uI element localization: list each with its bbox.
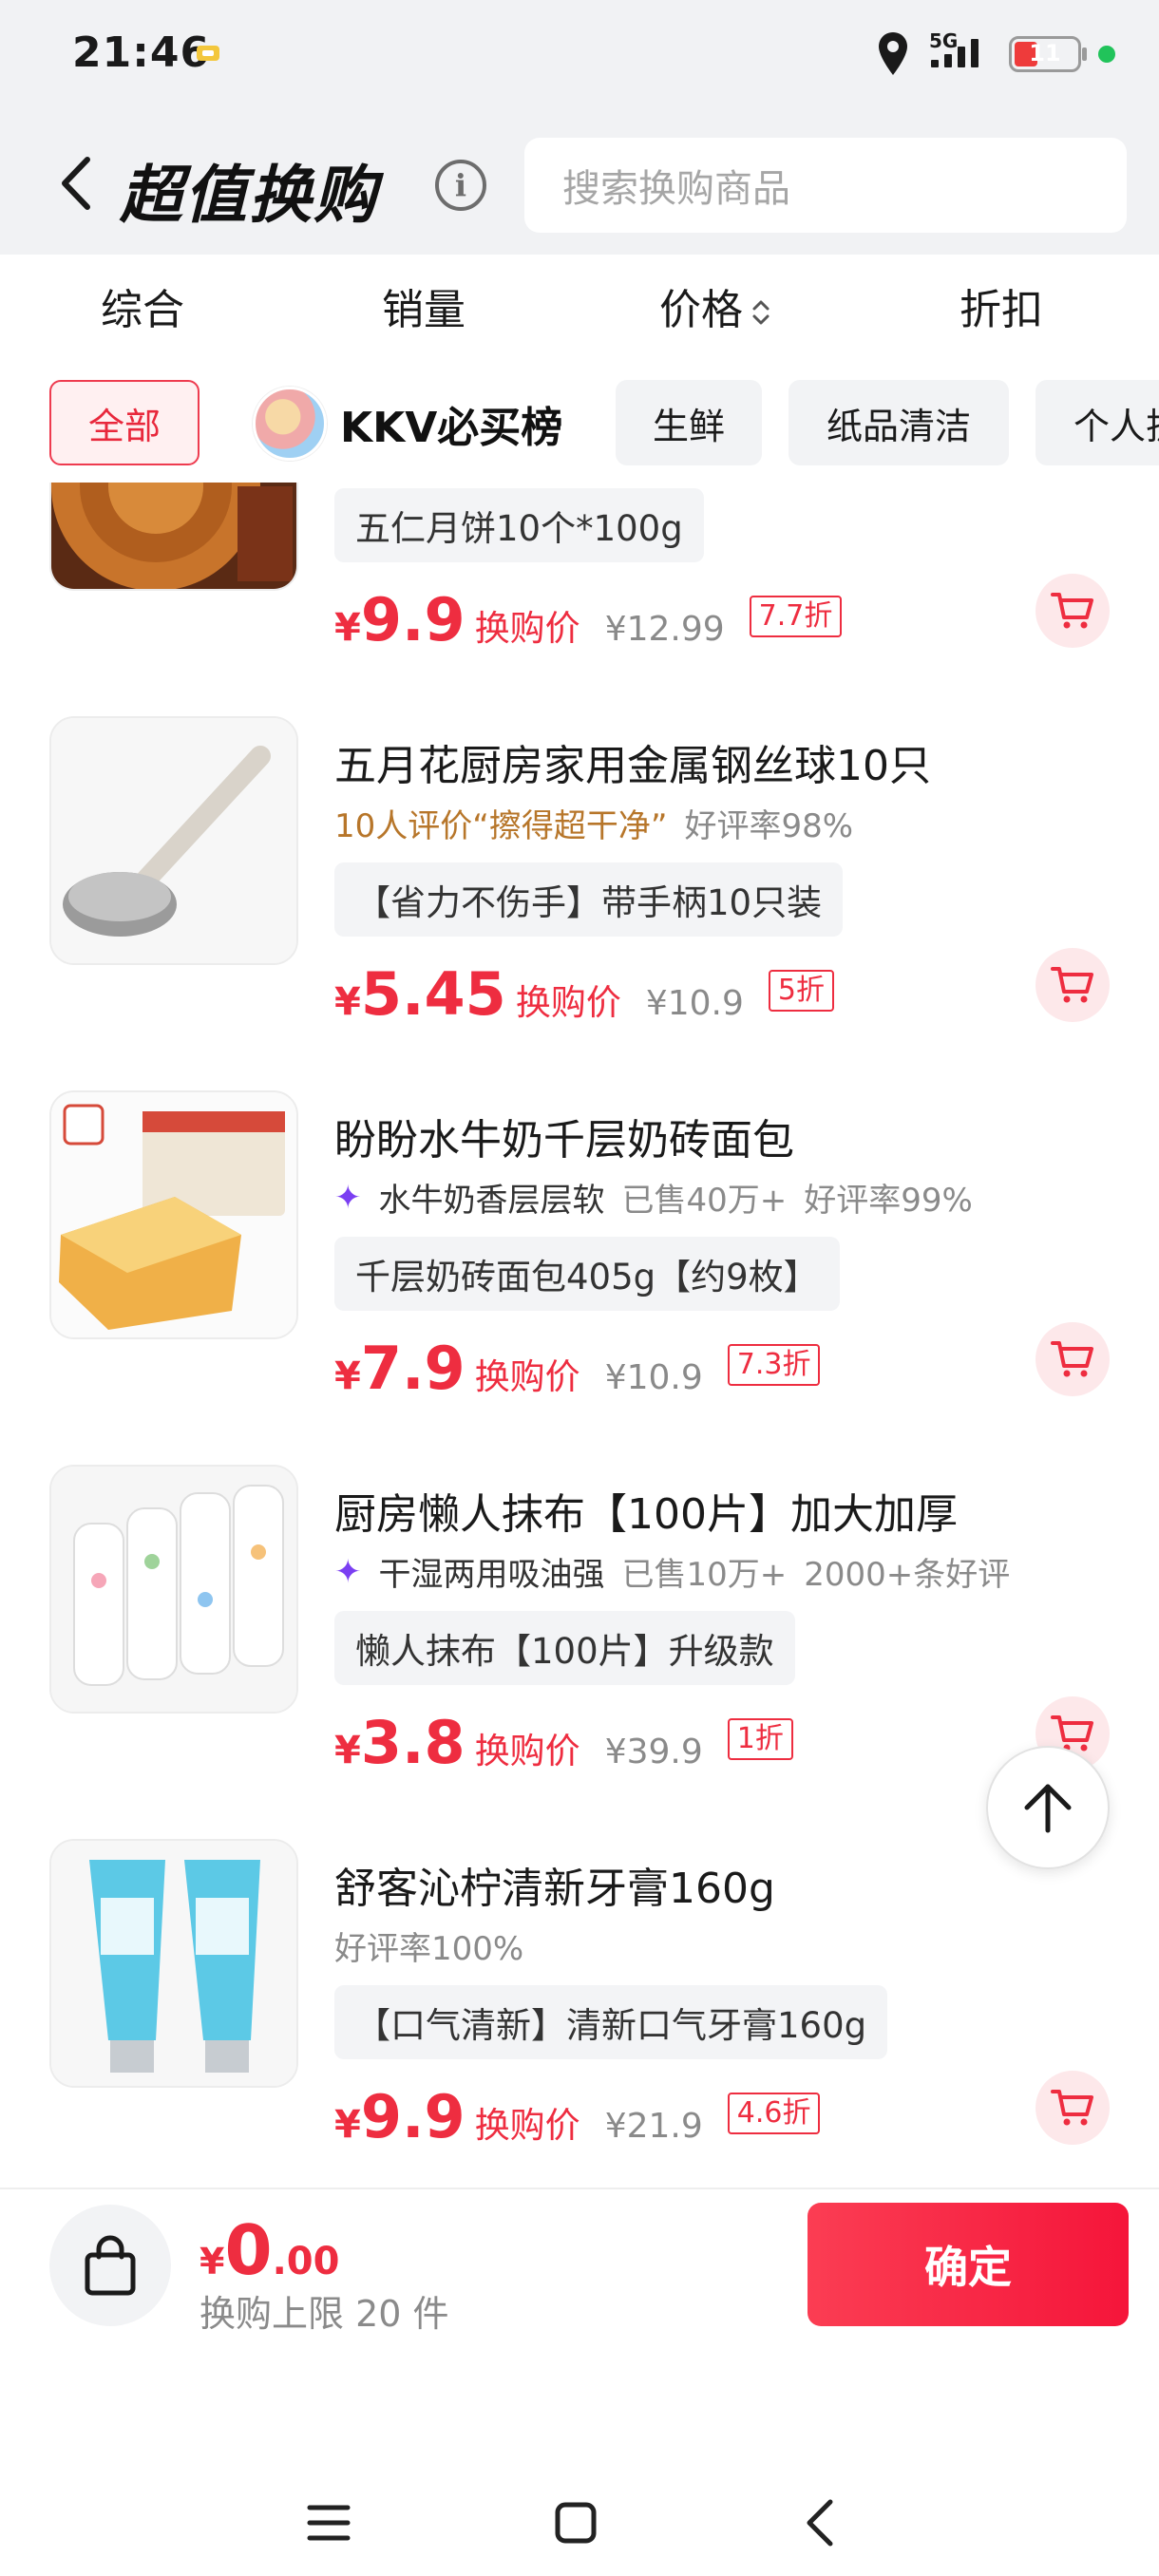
highlight-text: 干湿两用吸油强 <box>378 1556 605 1594</box>
location-icon <box>879 32 907 75</box>
product-price: 7.9 <box>360 1334 466 1403</box>
signal-icon: 5G <box>927 29 992 77</box>
product-item-steel-ball[interactable]: 五月花厨房家用金属钢丝球10只 10人评价“擦得超干净” 好评率98% 【省力不… <box>0 709 1159 1083</box>
original-price: ¥21.9 <box>604 2107 703 2146</box>
product-title: 五月花厨房家用金属钢丝球10只 <box>334 742 931 790</box>
chip-fresh[interactable]: 生鲜 <box>616 380 762 465</box>
original-price: ¥39.9 <box>604 1733 703 1771</box>
original-price: ¥10.9 <box>645 984 744 1023</box>
shopping-bag-icon <box>85 2235 136 2296</box>
page-title: 超值换购 <box>120 159 378 232</box>
shopping-bag-button[interactable] <box>49 2205 171 2326</box>
sparkle-icon: ✦ <box>334 1178 362 1217</box>
product-item-lazy-cloth[interactable]: 厨房懒人抹布【100片】加大加厚 ✦ 干湿两用吸油强 已售10万+ 2000+条… <box>0 1457 1159 1831</box>
nav-menu-button[interactable] <box>291 2490 367 2556</box>
product-price: 3.8 <box>360 1708 466 1777</box>
product-title: 舒客沁柠清新牙膏160g <box>334 1865 775 1913</box>
product-price: 5.45 <box>360 959 506 1029</box>
status-bar: 21:46 5G 11 <box>0 0 1159 112</box>
cart-icon <box>1051 593 1093 629</box>
chip-kkv[interactable]: KKV必买榜 <box>253 386 562 462</box>
purchase-limit-text: 换购上限 20 件 <box>200 2293 449 2335</box>
discount-badge: 5折 <box>768 969 834 1012</box>
back-chevron-icon <box>807 2499 833 2547</box>
product-item-toothpaste[interactable]: 舒客沁柠清新牙膏160g 好评率100% 【口气清新】清新口气牙膏160g ¥ … <box>0 1831 1159 2188</box>
product-image-toothpaste <box>49 1839 298 2088</box>
sort-tab-sales[interactable]: 销量 <box>382 275 466 336</box>
cart-icon <box>1051 2090 1093 2126</box>
sort-tab-comprehensive[interactable]: 综合 <box>101 275 184 336</box>
sort-tab-discount[interactable]: 折扣 <box>960 275 1043 336</box>
menu-icon <box>307 2505 351 2541</box>
scroll-to-top-button[interactable] <box>986 1746 1110 1869</box>
review-quote: 10人评价“擦得超干净” <box>334 807 668 845</box>
add-to-cart-button[interactable] <box>1036 948 1110 1022</box>
chip-paper-cleaning[interactable]: 纸品清洁 <box>788 380 1009 465</box>
camera-indicator-dot <box>1098 46 1115 63</box>
product-title: 厨房懒人抹布【100片】加大加厚 <box>334 1490 958 1539</box>
product-image-milk-bread <box>49 1090 298 1339</box>
back-icon[interactable] <box>49 150 106 217</box>
add-to-cart-button[interactable] <box>1036 574 1110 648</box>
nav-back-button[interactable] <box>783 2490 859 2556</box>
sort-bar: 综合 销量 价格 折扣 <box>0 255 1159 359</box>
product-item-mooncake[interactable]: 五仁月饼10个*100g ¥ 9.9 换购价 ¥12.99 7.7折 <box>0 483 1159 709</box>
rating-text: 好评率99% <box>804 1182 973 1220</box>
status-time: 21:46 <box>72 28 211 77</box>
product-list: 五仁月饼10个*100g ¥ 9.9 换购价 ¥12.99 7.7折 五月花厨房… <box>0 483 1159 2188</box>
product-title: 盼盼水牛奶千层奶砖面包 <box>334 1116 794 1165</box>
sort-tab-price[interactable]: 价格 <box>659 275 771 336</box>
product-image-mooncake <box>49 483 298 591</box>
total-price: ¥ 0 .00 <box>200 2210 340 2290</box>
product-item-milk-bread[interactable]: 盼盼水牛奶千层奶砖面包 ✦ 水牛奶香层层软 已售40万+ 好评率99% 千层奶砖… <box>0 1083 1159 1457</box>
sold-count: 已售10万+ <box>621 1556 788 1594</box>
sold-count: 已售40万+ <box>621 1182 788 1220</box>
product-image-lazy-cloth <box>49 1465 298 1714</box>
product-tag: 【省力不伤手】带手柄10只装 <box>334 862 844 937</box>
app-notification-icon <box>197 46 219 61</box>
product-price: 9.9 <box>360 2082 466 2151</box>
system-nav-bar <box>0 2338 1159 2576</box>
product-price: 9.9 <box>360 585 466 654</box>
home-square-icon <box>555 2502 597 2544</box>
sparkle-icon: ✦ <box>334 1552 362 1591</box>
rating-text: 好评率98% <box>684 807 854 845</box>
original-price: ¥12.99 <box>604 610 725 649</box>
product-tag: 五仁月饼10个*100g <box>334 488 704 562</box>
cart-icon <box>1051 967 1093 1003</box>
category-chips: 全部 KKV必买榜 生鲜 纸品清洁 个人护 <box>0 359 1159 483</box>
discount-badge: 7.7折 <box>749 595 843 637</box>
search-input[interactable]: 搜索换购商品 <box>524 138 1127 233</box>
product-tag: 懒人抹布【100片】升级款 <box>334 1611 795 1685</box>
product-tag: 【口气清新】清新口气牙膏160g <box>334 1985 888 2059</box>
chip-all[interactable]: 全部 <box>49 380 200 465</box>
discount-badge: 7.3折 <box>727 1343 821 1386</box>
rating-text: 好评率100% <box>334 1930 524 1968</box>
highlight-text: 水牛奶香层层软 <box>378 1182 605 1220</box>
product-tag: 千层奶砖面包405g【约9枚】 <box>334 1237 840 1311</box>
kkv-thumbnail <box>253 387 327 461</box>
arrow-up-icon <box>1024 1784 1072 1833</box>
nav-home-button[interactable] <box>538 2490 614 2556</box>
header: 超值换购 i 搜索换购商品 <box>0 112 1159 255</box>
info-icon[interactable]: i <box>435 160 486 211</box>
product-image-steel-ball <box>49 716 298 965</box>
add-to-cart-button[interactable] <box>1036 1322 1110 1396</box>
confirm-button[interactable]: 确定 <box>808 2203 1129 2326</box>
sort-arrows-icon <box>752 300 770 325</box>
chip-personal-care[interactable]: 个人护 <box>1036 380 1159 465</box>
discount-badge: 1折 <box>727 1717 793 1760</box>
battery-icon: 11 <box>1009 36 1087 72</box>
checkout-bar: ¥ 0 .00 换购上限 20 件 确定 <box>0 2188 1159 2338</box>
cart-icon <box>1051 1341 1093 1377</box>
discount-badge: 4.6折 <box>727 2092 821 2134</box>
original-price: ¥10.9 <box>604 1358 703 1397</box>
rating-text: 2000+条好评 <box>804 1556 1011 1594</box>
add-to-cart-button[interactable] <box>1036 2071 1110 2145</box>
